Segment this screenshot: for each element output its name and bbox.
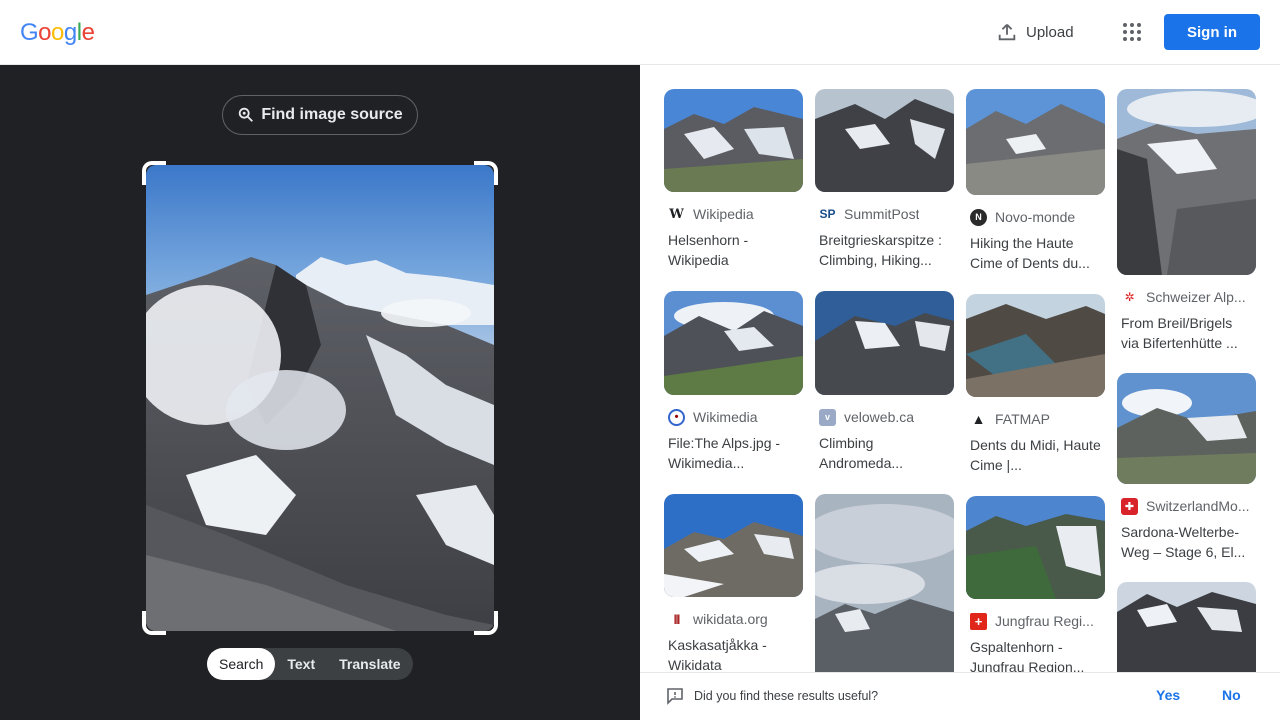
result-thumbnail[interactable] <box>815 291 954 395</box>
feedback-icon <box>667 688 683 705</box>
result-title[interactable]: Gspaltenhorn - Jungfrau Region... <box>970 637 1102 672</box>
upload-button[interactable]: Upload <box>990 16 1080 48</box>
result-thumbnail[interactable] <box>815 494 954 672</box>
upload-label: Upload <box>1026 23 1074 41</box>
summitpost-icon: SP <box>819 207 836 221</box>
result-thumbnail[interactable] <box>664 291 803 395</box>
wikimedia-icon: • <box>668 408 685 426</box>
feedback-no-button[interactable]: No <box>1222 687 1241 703</box>
feedback-question: Did you find these results useful? <box>694 689 879 703</box>
result-card[interactable]: ▲ FATMAP Dents du Midi, Haute Cime |... <box>966 294 1105 475</box>
result-source: wikidata.org <box>693 611 768 627</box>
result-title[interactable]: File:The Alps.jpg - Wikimedia... <box>668 433 800 473</box>
jungfrau-icon: + <box>970 612 987 630</box>
result-title[interactable]: Sardona-Welterbe-Weg – Stage 6, El... <box>1121 522 1253 562</box>
result-thumbnail[interactable] <box>966 89 1105 195</box>
feedback-yes-button[interactable]: Yes <box>1156 687 1180 703</box>
result-thumbnail[interactable] <box>815 89 954 192</box>
result-thumbnail[interactable] <box>1117 582 1256 672</box>
find-image-source-button[interactable]: Find image source <box>222 95 418 135</box>
crop-handle-top-left[interactable] <box>142 161 166 185</box>
apps-grid-icon <box>1123 23 1141 41</box>
result-source: SwitzerlandMo... <box>1146 498 1250 514</box>
result-title[interactable]: Dents du Midi, Haute Cime |... <box>970 435 1102 475</box>
result-title[interactable]: Climbing Andromeda... <box>819 433 951 473</box>
visual-matches-grid: W Wikipedia Helsenhorn - Wikipedia • Wikim… <box>640 65 1280 672</box>
result-card[interactable]: • Wikimedia File:The Alps.jpg - Wikimedia… <box>664 291 803 473</box>
result-source: Wikipedia <box>693 206 754 222</box>
wikidata-icon: ||| <box>673 613 680 625</box>
upload-icon <box>998 24 1016 41</box>
result-thumbnail[interactable] <box>1117 89 1256 275</box>
result-thumbnail[interactable] <box>966 294 1105 397</box>
wikipedia-icon: W <box>669 206 684 222</box>
google-logo[interactable]: Google <box>20 19 95 47</box>
tab-translate[interactable]: Translate <box>327 648 412 680</box>
sign-in-button[interactable]: Sign in <box>1164 14 1260 50</box>
result-source: veloweb.ca <box>844 409 915 425</box>
crop-handle-top-right[interactable] <box>474 161 498 185</box>
result-title[interactable]: Breitgrieskarspitze : Climbing, Hiking..… <box>819 230 951 270</box>
result-thumbnail[interactable] <box>664 89 803 192</box>
apps-button[interactable] <box>1118 18 1146 46</box>
result-thumbnail[interactable] <box>1117 373 1256 484</box>
result-source: SummitPost <box>844 206 920 222</box>
query-image-panel: Find image source Search Text Translate <box>0 65 640 720</box>
result-title[interactable]: From Breil/Brigels via Bifertenhütte ... <box>1121 313 1253 353</box>
result-card[interactable]: ✚ SwitzerlandMo... Sardona-Welterbe-Weg –… <box>1117 373 1256 562</box>
crop-handle-bottom-right[interactable] <box>474 611 498 635</box>
result-source: Novo-monde <box>995 209 1076 225</box>
veloweb-icon: v <box>819 408 836 426</box>
result-source: FATMAP <box>995 411 1050 427</box>
fatmap-icon: ▲ <box>971 411 986 427</box>
result-thumbnail[interactable] <box>664 494 803 597</box>
result-card[interactable]: ||| wikidata.org Kaskasatjåkka - Wikidata <box>664 494 803 672</box>
result-title[interactable]: Kaskasatjåkka - Wikidata <box>668 635 800 672</box>
tab-search[interactable]: Search <box>207 648 276 680</box>
query-image <box>146 165 494 631</box>
result-thumbnail[interactable] <box>966 496 1105 599</box>
mode-tabs: Search Text Translate <box>207 648 413 680</box>
result-card[interactable]: + Jungfrau Regi... Gspaltenhorn - Jungfra… <box>966 496 1105 672</box>
result-card[interactable] <box>815 494 954 672</box>
crop-handle-bottom-left[interactable] <box>142 611 166 635</box>
result-card[interactable]: W Wikipedia Helsenhorn - Wikipedia <box>664 89 803 270</box>
result-card[interactable]: ✲ Schweizer Alp... From Breil/Brigels via… <box>1117 89 1256 353</box>
result-source: Wikimedia <box>693 409 758 425</box>
crop-selection[interactable] <box>142 161 498 635</box>
find-image-source-label: Find image source <box>261 106 403 123</box>
result-card[interactable]: SP SummitPost Breitgrieskarspitze : Climb… <box>815 89 954 270</box>
result-title[interactable]: Hiking the Haute Cime of Dents du... <box>970 233 1102 273</box>
switzerland-icon: ✚ <box>1121 497 1138 515</box>
result-source: Jungfrau Regi... <box>995 613 1094 629</box>
tab-text[interactable]: Text <box>275 648 327 680</box>
sac-icon: ✲ <box>1124 290 1135 304</box>
feedback-bar: Did you find these results useful? Yes N… <box>640 672 1280 720</box>
novo-monde-icon: N <box>970 208 987 226</box>
result-title[interactable]: Helsenhorn - Wikipedia <box>668 230 800 270</box>
result-source: Schweizer Alp... <box>1146 289 1246 305</box>
result-card[interactable] <box>1117 582 1256 672</box>
result-card[interactable]: N Novo-monde Hiking the Haute Cime of Den… <box>966 89 1105 273</box>
result-card[interactable]: v veloweb.ca Climbing Andromeda... <box>815 291 954 473</box>
lens-search-icon <box>239 107 254 122</box>
top-bar: Google Upload Sign in <box>0 0 1280 65</box>
